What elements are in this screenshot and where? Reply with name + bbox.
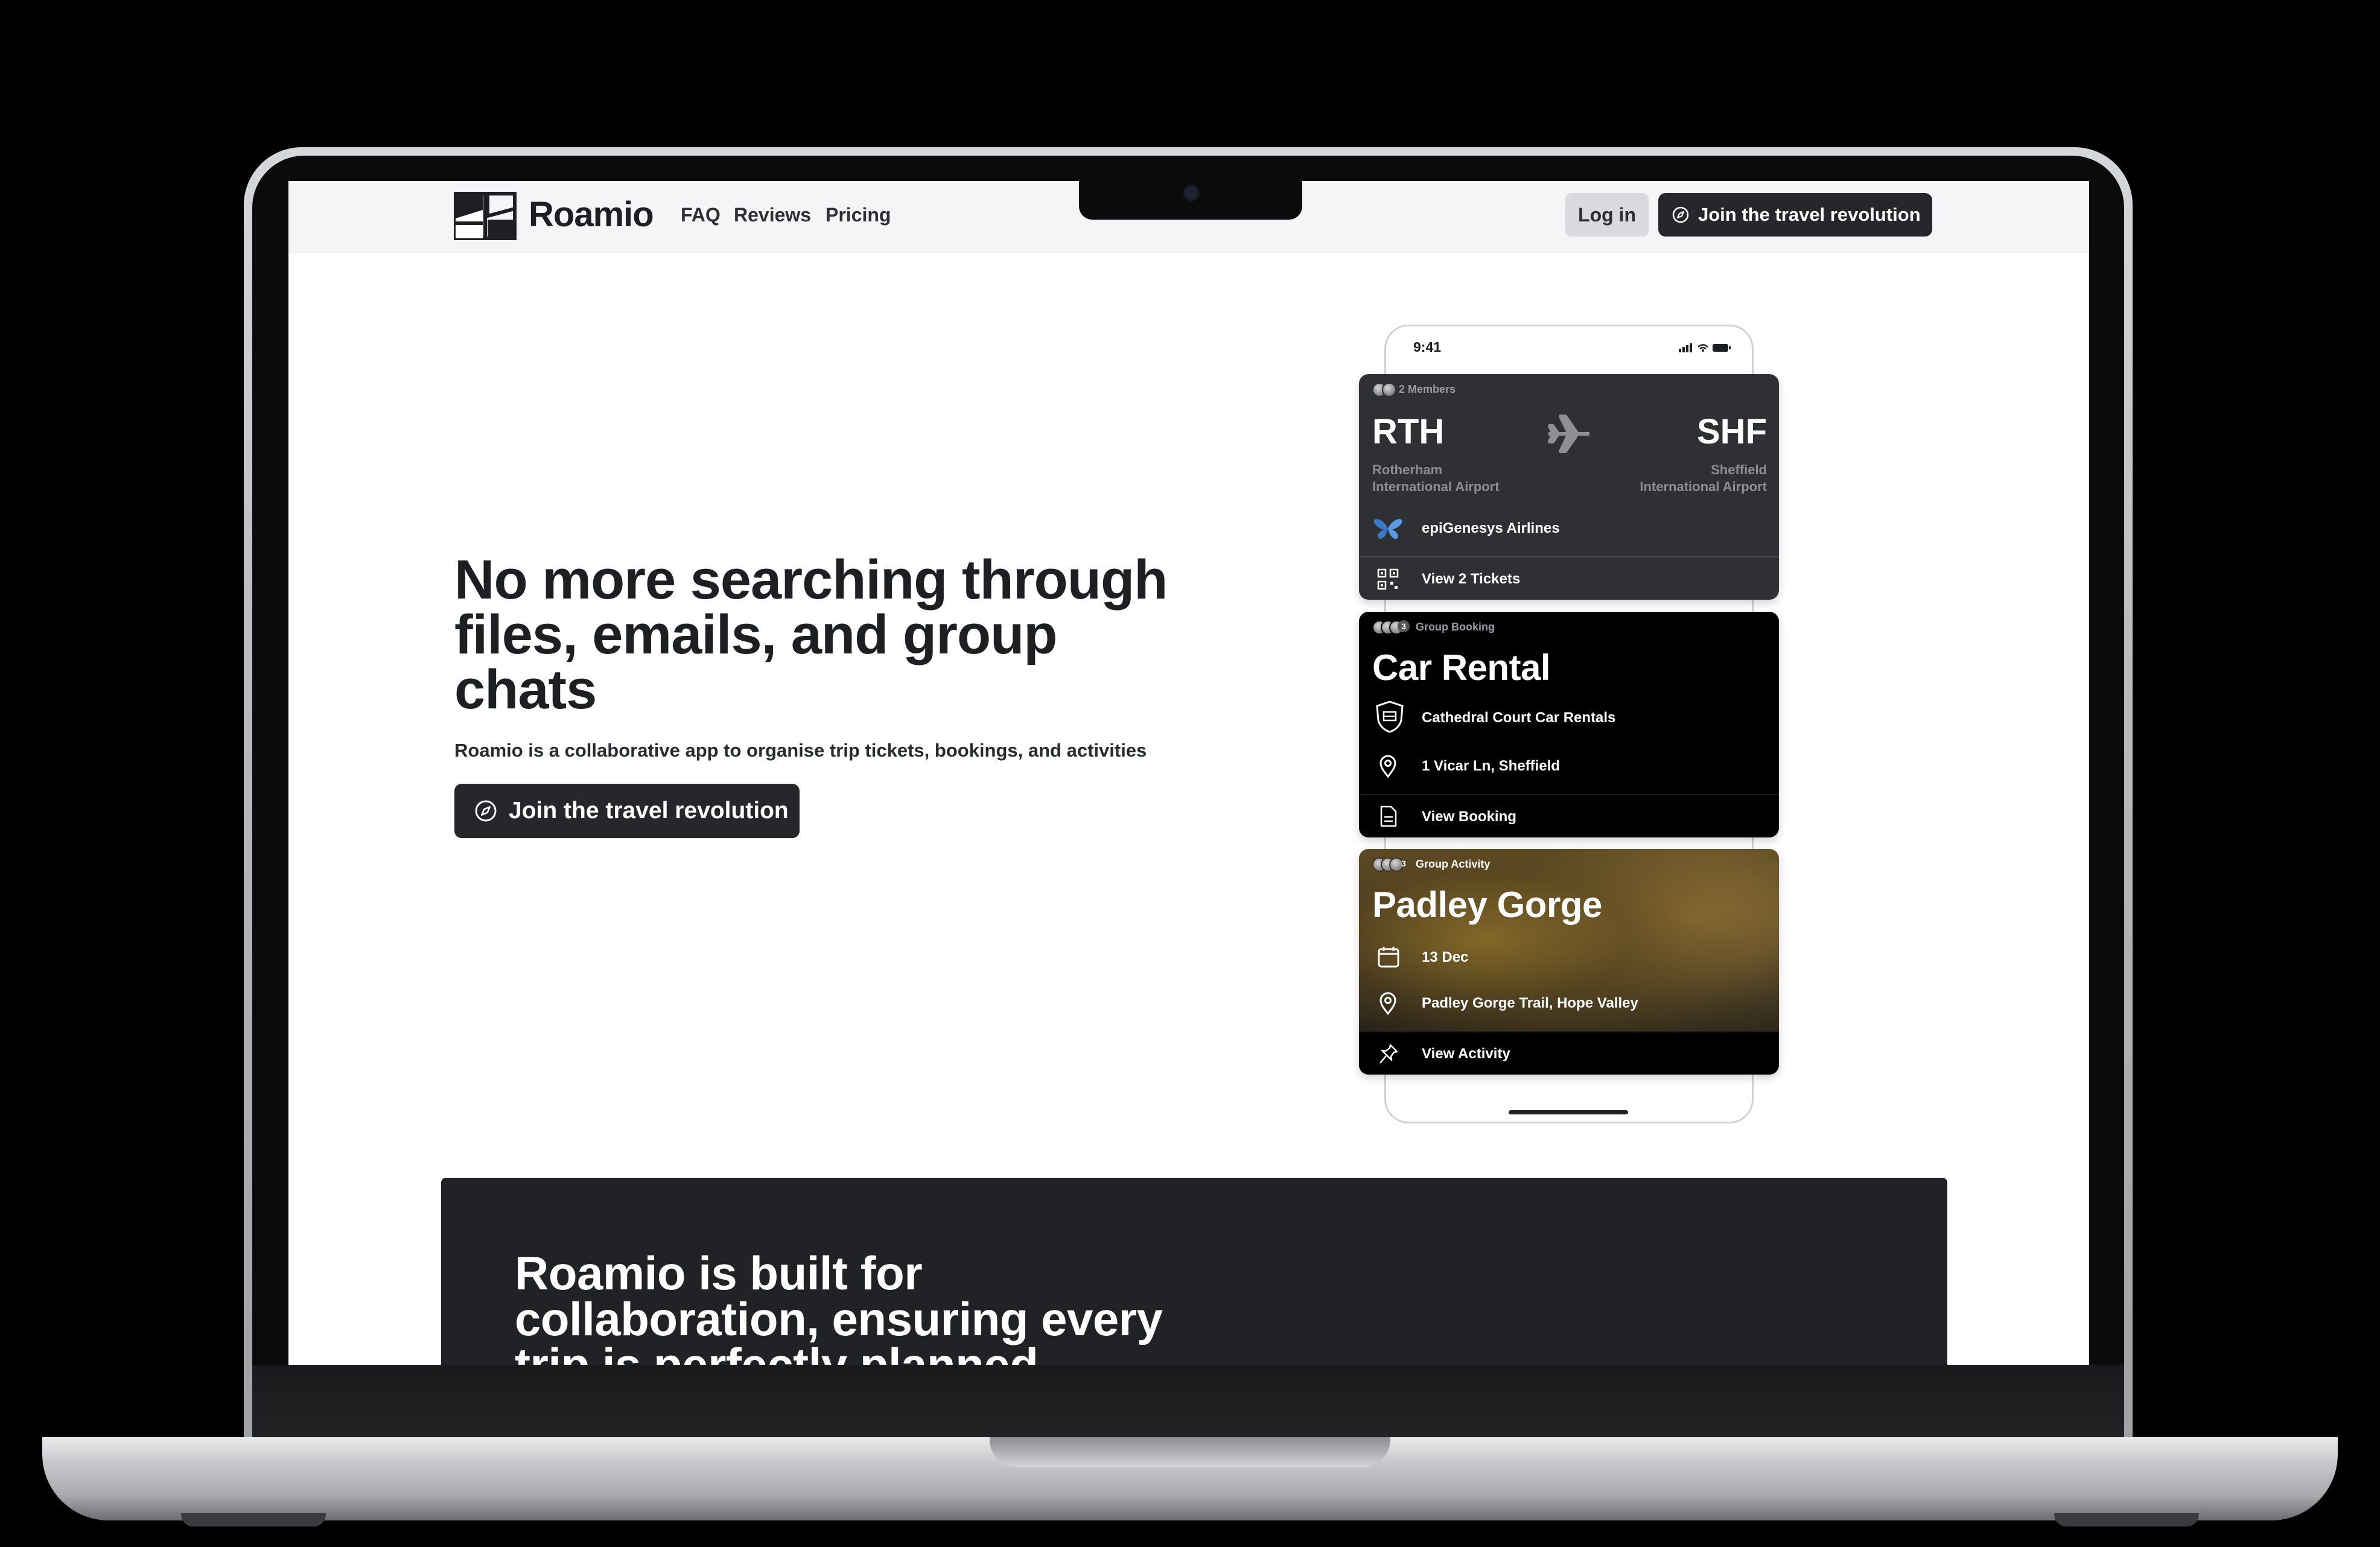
activity-tag: Group Activity (1416, 858, 1491, 870)
brand-name[interactable]: Roamio (529, 194, 654, 235)
nav-link-faq[interactable]: FAQ (681, 204, 721, 226)
flight-to-code: SHF (1697, 412, 1767, 451)
login-button[interactable]: Log in (1565, 193, 1649, 237)
activity-title: Padley Gorge (1372, 885, 1602, 925)
member-count-badge: 3 (1398, 620, 1410, 632)
view-booking-link[interactable]: View Booking (1422, 808, 1516, 825)
nav-link-pricing[interactable]: Pricing (826, 204, 891, 226)
flight-card-footer[interactable]: View 2 Tickets (1359, 556, 1779, 600)
webcam-icon (1183, 185, 1200, 202)
pin-icon (1379, 1044, 1398, 1064)
flight-from-code: RTH (1372, 412, 1445, 451)
flight-to-name: Sheffield (1711, 462, 1767, 477)
airplane-icon (1548, 415, 1589, 453)
flight-card[interactable]: 2 Members RTH SHF Rotherham Internationa… (1359, 374, 1779, 600)
nav-link-reviews[interactable]: Reviews (734, 204, 811, 226)
car-address: 1 Vicar Ln, Sheffield (1422, 758, 1560, 774)
roamio-logo-icon[interactable] (454, 192, 517, 240)
view-activity-link[interactable]: View Activity (1422, 1046, 1510, 1063)
hero-headline: No more searching through files, emails,… (454, 549, 1168, 720)
view-tickets-link[interactable]: View 2 Tickets (1422, 571, 1520, 588)
member-avatar (1382, 383, 1396, 397)
laptop-chin (252, 1365, 2124, 1437)
calendar-icon (1378, 947, 1399, 968)
car-card-footer[interactable]: View Booking (1359, 794, 1779, 837)
hero-subline: Roamio is a collaborative app to organis… (454, 740, 1147, 761)
car-title: Car Rental (1372, 647, 1551, 688)
qr-code-icon (1377, 568, 1399, 590)
compass-icon (475, 800, 497, 822)
laptop-foot (181, 1513, 326, 1526)
activity-location: Padley Gorge Trail, Hope Valley (1422, 995, 1638, 1011)
flight-to-airport: International Airport (1640, 479, 1767, 494)
airline-name: epiGenesys Airlines (1422, 520, 1560, 536)
location-pin-icon (1379, 755, 1396, 778)
laptop-base-notch (990, 1437, 1390, 1467)
activity-date: 13 Dec (1422, 949, 1469, 965)
hero-join-button[interactable]: Join the travel revolution (454, 784, 800, 838)
location-pin-icon (1379, 992, 1396, 1015)
member-count-badge: 3 (1401, 859, 1406, 868)
butterfly-airline-icon (1373, 519, 1402, 539)
browser-viewport: Roamio FAQ Reviews Pricing Log in Join t… (288, 181, 2089, 1365)
car-tag: Group Booking (1416, 621, 1495, 633)
phone-home-indicator (1509, 1110, 1628, 1114)
activity-card[interactable]: 3 Group Activity Padley Gorge 13 Dec Pad… (1359, 849, 1779, 1075)
compass-icon (1672, 206, 1689, 223)
car-rental-card[interactable]: 3 Group Booking Car Rental Cathedral Cou… (1359, 612, 1779, 837)
nav-join-button[interactable]: Join the travel revolution (1658, 193, 1932, 237)
collaboration-title: Roamio is built for collaboration, ensur… (515, 1247, 1163, 1365)
hero-join-label: Join the travel revolution (509, 798, 789, 824)
document-icon (1380, 805, 1397, 827)
flight-from-name: Rotherham (1372, 462, 1443, 477)
car-company: Cathedral Court Car Rentals (1422, 710, 1616, 726)
nav-join-label: Join the travel revolution (1698, 204, 1921, 225)
phone-status-time: 9:41 (1413, 339, 1442, 355)
status-icons (1679, 343, 1731, 352)
flight-from-airport: International Airport (1372, 479, 1500, 494)
activity-card-footer[interactable]: View Activity (1359, 1031, 1779, 1075)
flight-members: 2 Members (1399, 383, 1456, 395)
shield-crest-icon (1376, 700, 1404, 733)
laptop-foot (2054, 1513, 2199, 1526)
